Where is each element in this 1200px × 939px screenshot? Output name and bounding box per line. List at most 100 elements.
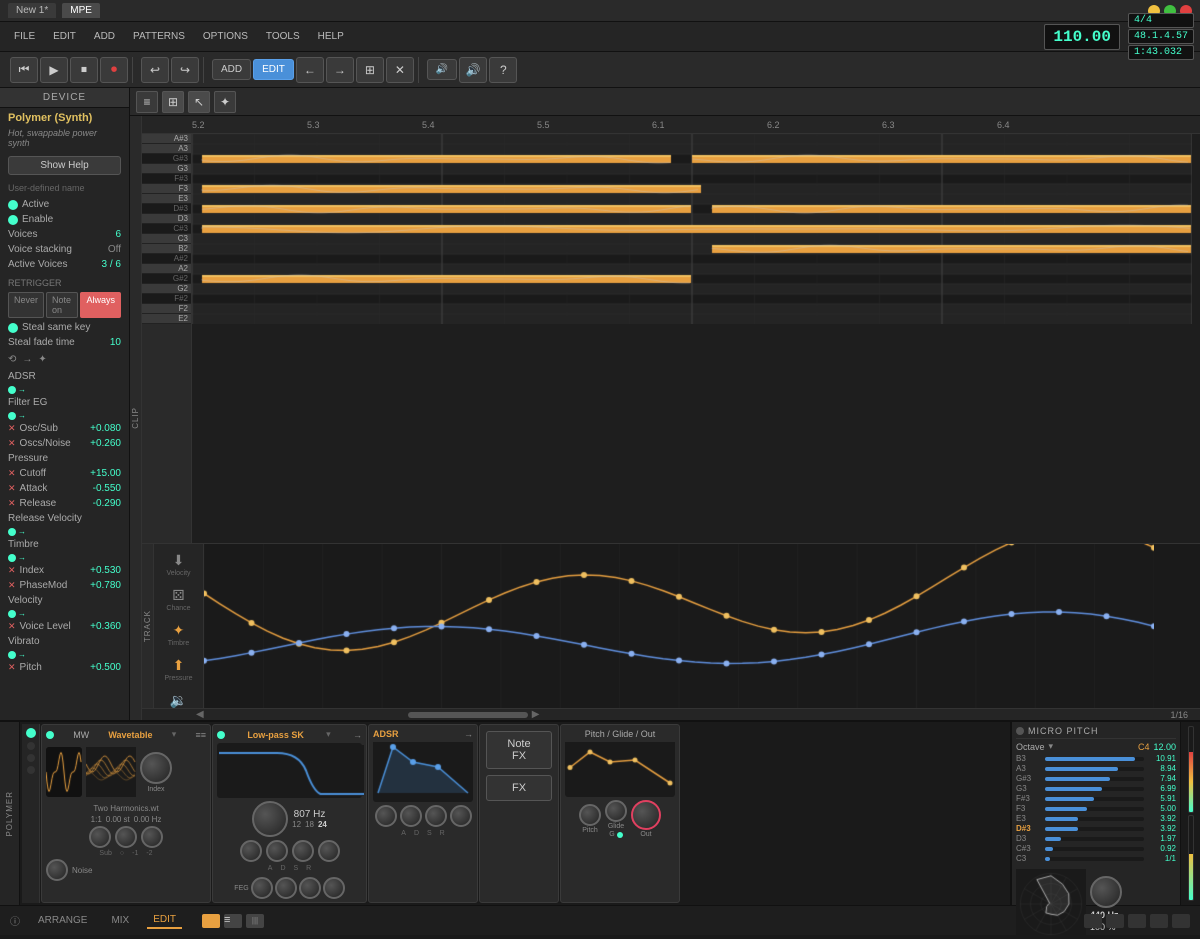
wavetable-dropdown[interactable]: ▾ bbox=[172, 729, 177, 740]
btn3[interactable] bbox=[27, 766, 35, 774]
active-toggle[interactable] bbox=[8, 200, 18, 210]
key-a3s[interactable]: A#3 bbox=[142, 134, 191, 144]
timbre-expr[interactable]: ✦ Timbre bbox=[154, 618, 203, 651]
key-f3[interactable]: F3 bbox=[142, 184, 191, 194]
help-button[interactable]: ? bbox=[489, 57, 517, 83]
status-icon-2[interactable] bbox=[1106, 914, 1124, 928]
menu-tools[interactable]: TOOLS bbox=[258, 28, 308, 45]
record-button[interactable]: ⏺ bbox=[100, 57, 128, 83]
scroll-thumb[interactable] bbox=[408, 712, 528, 718]
menu-help[interactable]: HELP bbox=[310, 28, 352, 45]
rewind-button[interactable]: ⏮ bbox=[10, 57, 38, 83]
loop-back-button[interactable]: ← bbox=[296, 57, 324, 83]
key-g2[interactable]: G2 bbox=[142, 284, 191, 294]
key-d3s[interactable]: D#3 bbox=[142, 204, 191, 214]
status-tab-mix[interactable]: MIX bbox=[105, 913, 135, 928]
sub-knob[interactable] bbox=[89, 826, 111, 848]
sub-knob2[interactable] bbox=[115, 826, 137, 848]
key-f2[interactable]: F2 bbox=[142, 304, 191, 314]
adsr-r-knob[interactable] bbox=[450, 805, 472, 827]
feg-s-knob[interactable] bbox=[299, 877, 321, 899]
pr-snap-button[interactable]: ✦ bbox=[214, 91, 236, 113]
scroll-left-icon[interactable]: ◀ bbox=[196, 709, 204, 720]
status-icon-4[interactable] bbox=[1150, 914, 1168, 928]
status-view-orange[interactable] bbox=[202, 914, 220, 928]
status-icon-5[interactable] bbox=[1172, 914, 1190, 928]
scroll-right-icon[interactable]: ▶ bbox=[532, 709, 540, 720]
key-f3s[interactable]: F#3 bbox=[142, 174, 191, 184]
sub-knob3[interactable] bbox=[141, 826, 163, 848]
index-knob[interactable] bbox=[140, 752, 172, 784]
filter-a-knob[interactable] bbox=[240, 840, 262, 862]
retrig-never[interactable]: Never bbox=[8, 292, 44, 318]
fx-button[interactable]: FX bbox=[486, 775, 552, 801]
menu-add[interactable]: ADD bbox=[86, 28, 123, 45]
key-g3[interactable]: G3 bbox=[142, 164, 191, 174]
noise-knob[interactable] bbox=[46, 859, 68, 881]
key-e3[interactable]: E3 bbox=[142, 194, 191, 204]
steal-same-key-toggle[interactable] bbox=[8, 323, 18, 333]
expression-content[interactable] bbox=[204, 544, 1200, 708]
lowpass-route-icon[interactable]: → bbox=[353, 730, 362, 740]
feg-r-knob[interactable] bbox=[323, 877, 345, 899]
wavetable-power[interactable] bbox=[46, 731, 54, 739]
key-f2s[interactable]: F#2 bbox=[142, 294, 191, 304]
power-dot[interactable] bbox=[26, 728, 36, 738]
pressure-expr[interactable]: ⬆ Pressure bbox=[154, 653, 203, 686]
status-info-icon[interactable]: ⓘ bbox=[10, 913, 20, 928]
key-b2[interactable]: B2 bbox=[142, 244, 191, 254]
title-tab-mpe[interactable]: MPE bbox=[62, 3, 100, 18]
key-g3s[interactable]: G#3 bbox=[142, 154, 191, 164]
pr-cursor-button[interactable]: ↖ bbox=[188, 91, 210, 113]
feg-d-knob[interactable] bbox=[275, 877, 297, 899]
status-view-gray[interactable]: ≡ bbox=[224, 914, 242, 928]
redo-button[interactable]: ↪ bbox=[171, 57, 199, 83]
feg-a-knob[interactable] bbox=[251, 877, 273, 899]
menu-edit[interactable]: EDIT bbox=[45, 28, 84, 45]
status-tab-edit[interactable]: EDIT bbox=[147, 912, 182, 929]
pr-grid[interactable] bbox=[192, 134, 1200, 543]
key-g2s[interactable]: G#2 bbox=[142, 274, 191, 284]
key-a2s[interactable]: A#2 bbox=[142, 254, 191, 264]
filter-s-knob[interactable] bbox=[292, 840, 314, 862]
menu-options[interactable]: OPTIONS bbox=[195, 28, 256, 45]
key-c3[interactable]: C3 bbox=[142, 234, 191, 244]
pr-grid-view-button[interactable]: ⊞ bbox=[162, 91, 184, 113]
btn2[interactable] bbox=[27, 754, 35, 762]
add-button[interactable]: ADD bbox=[212, 59, 251, 80]
key-c3s[interactable]: C#3 bbox=[142, 224, 191, 234]
status-view-bars[interactable]: ||| bbox=[246, 914, 264, 928]
loop-fwd-button[interactable]: → bbox=[326, 57, 354, 83]
close-x-button[interactable]: ✕ bbox=[386, 57, 414, 83]
pr-list-view-button[interactable]: ≡ bbox=[136, 91, 158, 113]
glide-knob[interactable] bbox=[605, 800, 627, 822]
chance-expr[interactable]: ⚄ Chance bbox=[154, 583, 203, 616]
adsr-d-knob[interactable] bbox=[400, 805, 422, 827]
play-button[interactable]: ▶ bbox=[40, 57, 68, 83]
note-fx-button[interactable]: Note FX bbox=[486, 731, 552, 769]
adsr-route[interactable]: → bbox=[464, 729, 473, 739]
key-d3[interactable]: D3 bbox=[142, 214, 191, 224]
retrig-always[interactable]: Always bbox=[80, 292, 121, 318]
menu-file[interactable]: FILE bbox=[6, 28, 43, 45]
speaker-button[interactable]: 🔊 bbox=[459, 57, 487, 83]
status-icon-1[interactable] bbox=[1084, 914, 1102, 928]
undo-button[interactable]: ↩ bbox=[141, 57, 169, 83]
title-tab-new[interactable]: New 1* bbox=[8, 3, 56, 18]
btn1[interactable] bbox=[27, 742, 35, 750]
status-tab-arrange[interactable]: ARRANGE bbox=[32, 913, 93, 928]
adsr-a-knob[interactable] bbox=[375, 805, 397, 827]
retrig-note-on[interactable]: Note on bbox=[46, 292, 78, 318]
key-a3[interactable]: A3 bbox=[142, 144, 191, 154]
stop-button[interactable]: ⏹ bbox=[70, 57, 98, 83]
pitch-main-knob[interactable] bbox=[579, 804, 601, 826]
grid-button[interactable]: ⊞ bbox=[356, 57, 384, 83]
lowpass-dropdown[interactable]: ▾ bbox=[326, 729, 331, 740]
key-e2[interactable]: E2 bbox=[142, 314, 191, 324]
status-icon-3[interactable] bbox=[1128, 914, 1146, 928]
micro-pitch-tune-knob[interactable] bbox=[1090, 876, 1122, 908]
octave-arrow[interactable]: ▾ bbox=[1049, 741, 1054, 752]
micro-pitch-power[interactable] bbox=[1016, 727, 1024, 735]
adsr-s-knob[interactable] bbox=[425, 805, 447, 827]
device-button[interactable]: 🔊 bbox=[427, 59, 457, 80]
